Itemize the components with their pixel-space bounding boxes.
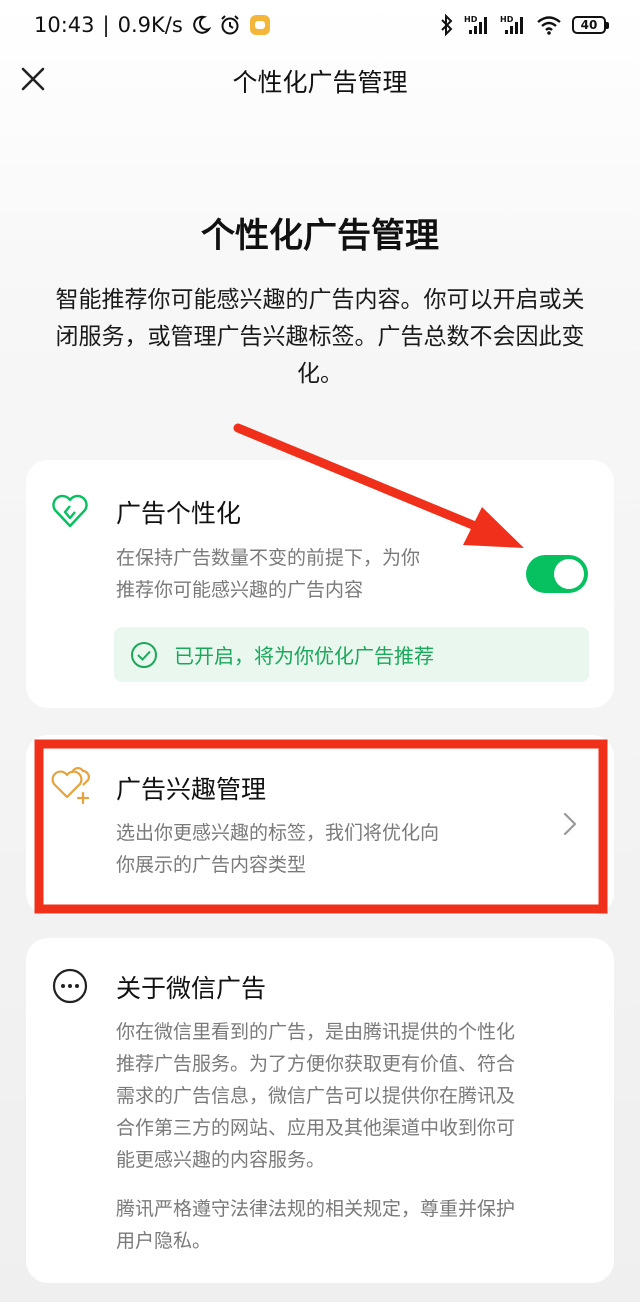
page-title: 个性化广告管理	[201, 216, 439, 256]
alarm-icon	[219, 14, 241, 36]
signal-icon: HD	[464, 14, 490, 36]
status-right: HD HD 40	[440, 14, 609, 36]
network-speed: 0.9K/s	[117, 13, 183, 37]
status-divider: |	[102, 13, 110, 37]
personalization-status-box: 已开启，将为你优化广告推荐	[114, 627, 589, 682]
more-circle-icon	[50, 966, 90, 1006]
signal-1-label: HD	[464, 15, 478, 24]
status-bar: 10:43 | 0.9K/s HD HD 40	[0, 0, 640, 50]
signal-2-label: HD	[500, 15, 514, 24]
personalization-description-line2: 推荐你可能感兴趣的广告内容	[116, 579, 364, 601]
about-ads-paragraph1-line2: 推荐广告服务。为了方便你获取更有价值、符合	[116, 1053, 516, 1075]
about-ads-paragraph1-line1: 你在微信里看到的广告，是由腾讯提供的个性化	[116, 1021, 516, 1043]
close-icon[interactable]	[18, 64, 48, 94]
personalization-toggle[interactable]	[526, 555, 588, 593]
about-ads-paragraph2-line1: 腾讯严格遵守法律法规的相关规定，尊重并保护	[116, 1198, 516, 1220]
about-ads-paragraph1-line5: 能更感兴趣的内容服务。	[116, 1149, 326, 1171]
interest-management-card[interactable]: 广告兴趣管理 选出你更感兴趣的标签，我们将优化向 你展示的广告内容类型	[26, 735, 614, 915]
about-ads-card: 关于微信广告 你在微信里看到的广告，是由腾讯提供的个性化 推荐广告服务。为了方便…	[26, 938, 614, 1283]
signal-icon-2: HD	[500, 14, 526, 36]
chevron-right-icon	[560, 810, 580, 838]
moon-icon	[191, 15, 211, 35]
about-ads-paragraph1-line3: 需求的广告信息，微信广告可以提供你在腾讯及	[116, 1085, 516, 1107]
page-description: 智能推荐你可能感兴趣的广告内容。你可以开启或关闭服务，或管理广告兴趣标签。广告总…	[55, 287, 585, 387]
nav-bar: 个性化广告管理	[0, 50, 640, 112]
nav-title: 个性化广告管理	[232, 68, 408, 97]
personalization-card: 广告个性化 在保持广告数量不变的前提下，为你 推荐你可能感兴趣的广告内容 已开启…	[26, 460, 614, 708]
check-circle-icon	[130, 641, 158, 669]
hearts-plus-icon	[50, 763, 90, 805]
interest-management-description-line2: 你展示的广告内容类型	[116, 854, 307, 876]
about-ads-paragraph1-line4: 合作第三方的网站、应用及其他渠道中收到你可	[116, 1117, 516, 1139]
personalization-status-text: 已开启，将为你优化广告推荐	[174, 644, 434, 668]
bluetooth-icon	[440, 14, 454, 36]
status-left: 10:43 | 0.9K/s	[34, 13, 271, 37]
wifi-icon	[536, 14, 562, 36]
about-ads-paragraph2-line2: 用户隐私。	[116, 1230, 212, 1252]
app-notification-icon	[249, 14, 271, 36]
toggle-knob	[554, 559, 584, 589]
personalization-description-line1: 在保持广告数量不变的前提下，为你	[116, 547, 421, 569]
interest-management-description-line1: 选出你更感兴趣的标签，我们将优化向	[116, 822, 440, 844]
heart-shield-icon	[50, 492, 90, 532]
personalization-title: 广告个性化	[116, 499, 242, 528]
battery-icon: 40	[572, 16, 609, 34]
interest-management-title: 广告兴趣管理	[116, 775, 267, 804]
about-ads-title: 关于微信广告	[116, 974, 267, 1003]
status-time: 10:43	[34, 13, 95, 37]
